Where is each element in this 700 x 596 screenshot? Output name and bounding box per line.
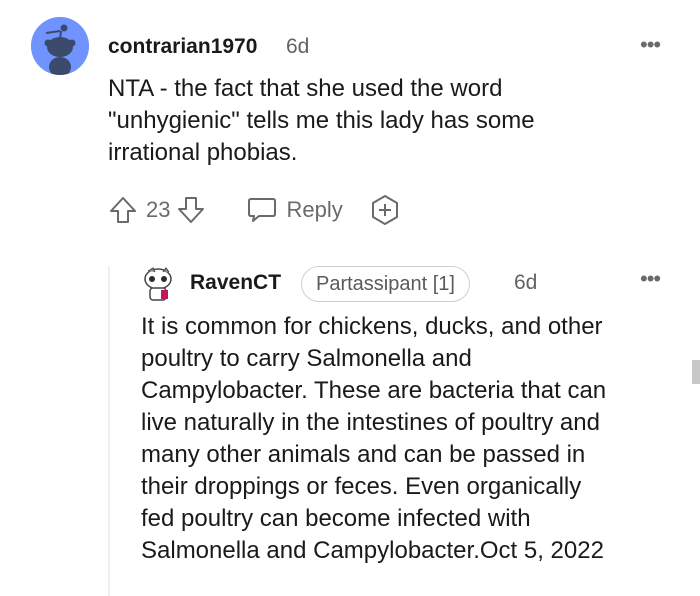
snoo-avatar-icon: [31, 17, 89, 75]
reply-button[interactable]: Reply: [246, 195, 343, 225]
user-avatar[interactable]: [31, 17, 89, 75]
thread-line[interactable]: [108, 266, 110, 596]
award-plus-icon: [371, 195, 398, 225]
reply-text-line: Campylobacter. These are bacteria that c…: [141, 377, 607, 404]
more-options-icon[interactable]: •••: [640, 32, 661, 58]
comment-actions: 23 Reply: [108, 192, 401, 228]
reply-text-line: live naturally in the intestines of poul…: [141, 409, 600, 436]
award-button[interactable]: [369, 194, 401, 226]
comment-timestamp[interactable]: 6d: [286, 35, 309, 59]
scrollbar-thumb[interactable]: [692, 360, 700, 384]
reply-text-line: Salmonella and Campylobacter.Oct 5, 2022: [141, 537, 604, 564]
comment-text-line: irrational phobias.: [108, 139, 298, 166]
comment-bubble-icon: [248, 198, 277, 222]
comment-username[interactable]: contrarian1970: [108, 35, 257, 59]
upvote-icon[interactable]: [108, 195, 138, 225]
reply-avatar[interactable]: [141, 266, 175, 302]
reply-text-line: fed poultry can become infected with: [141, 505, 531, 532]
user-flair: Partassipant [1]: [301, 266, 470, 302]
vote-count: 23: [146, 197, 171, 222]
reply-timestamp[interactable]: 6d: [514, 271, 537, 295]
comment-text-line: NTA - the fact that she used the word: [108, 75, 503, 102]
reply-username[interactable]: RavenCT: [190, 271, 281, 295]
reply-text-line: poultry to carry Salmonella and: [141, 345, 472, 372]
comment-text-line: "unhygienic" tells me this lady has some: [108, 107, 535, 134]
snoo-avatar-icon: [144, 267, 172, 301]
reply-label: Reply: [286, 197, 343, 222]
reply-text-line: their droppings or feces. Even organical…: [141, 473, 582, 500]
reply-text-line: It is common for chickens, ducks, and ot…: [141, 313, 603, 340]
downvote-icon[interactable]: [176, 195, 206, 225]
reply-text-line: many other animals and can be passed in: [141, 441, 586, 468]
more-options-icon[interactable]: •••: [640, 266, 661, 292]
